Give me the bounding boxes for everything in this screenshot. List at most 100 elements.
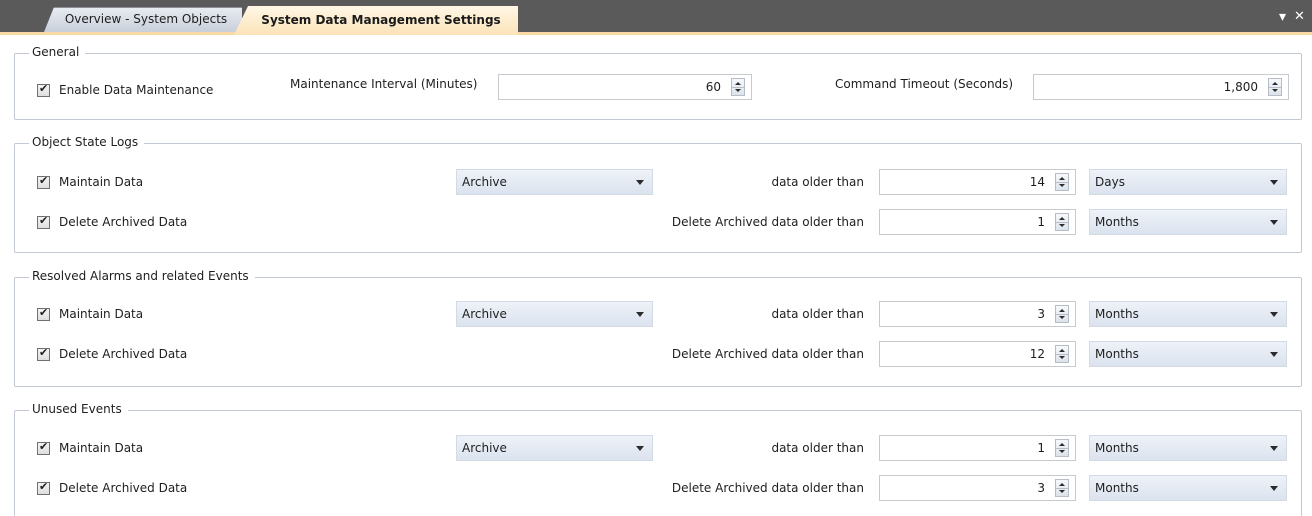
spin-down-icon[interactable]: [1059, 224, 1065, 227]
delete-older-than-input[interactable]: 1: [879, 209, 1076, 235]
checkbox-checked[interactable]: [37, 82, 50, 97]
data-older-than-input[interactable]: 1: [879, 435, 1076, 461]
delete-archived-older-than-label: Delete Archived data older than: [671, 215, 864, 229]
maintain-data-checkbox[interactable]: Maintain Data: [37, 173, 143, 191]
chevron-down-icon: [1270, 352, 1278, 357]
tab-list-dropdown-icon[interactable]: ▾: [1279, 10, 1286, 24]
spin-divider: [1056, 354, 1068, 355]
chevron-down-icon: [1270, 312, 1278, 317]
spin-down-icon[interactable]: [1059, 316, 1065, 319]
select-value: Months: [1095, 347, 1139, 361]
spin-buttons[interactable]: [1055, 479, 1069, 497]
spin-down-icon[interactable]: [1059, 450, 1065, 453]
spin-down-icon[interactable]: [1059, 356, 1065, 359]
spin-buttons[interactable]: [1055, 173, 1069, 191]
spin-divider: [1056, 314, 1068, 315]
delete-unit-select[interactable]: Months: [1089, 209, 1287, 235]
spin-up-icon[interactable]: [1059, 217, 1065, 220]
delete-older-than-input[interactable]: 12: [879, 341, 1076, 367]
spin-buttons[interactable]: [1055, 305, 1069, 323]
spin-down-icon[interactable]: [1059, 184, 1065, 187]
select-value: Archive: [462, 441, 507, 455]
select-value: Months: [1095, 307, 1139, 321]
spin-down-icon[interactable]: [1272, 89, 1278, 92]
spin-divider: [1056, 448, 1068, 449]
spin-divider: [1056, 488, 1068, 489]
spin-buttons[interactable]: [1055, 439, 1069, 457]
close-icon[interactable]: ✕: [1294, 10, 1305, 24]
input-value: 60: [705, 80, 721, 94]
spin-divider: [1056, 222, 1068, 223]
command-timeout-input[interactable]: 1,800: [1033, 74, 1289, 100]
tab-system-data-management-settings[interactable]: System Data Management Settings: [234, 6, 518, 35]
enable-data-maintenance-checkbox[interactable]: Enable Data Maintenance: [37, 81, 213, 99]
delete-unit-select[interactable]: Months: [1089, 341, 1287, 367]
spin-up-icon[interactable]: [735, 82, 741, 85]
unit-select[interactable]: Days: [1089, 169, 1287, 195]
tab-overview-system-objects[interactable]: Overview - System Objects: [44, 7, 242, 32]
delete-older-than-input[interactable]: 3: [879, 475, 1076, 501]
input-value: 14: [1029, 175, 1045, 189]
spin-buttons[interactable]: [1268, 78, 1282, 96]
unit-select[interactable]: Months: [1089, 435, 1287, 461]
delete-unit-select[interactable]: Months: [1089, 475, 1287, 501]
spin-buttons[interactable]: [1055, 213, 1069, 231]
maintenance-interval-label: Maintenance Interval (Minutes): [290, 77, 478, 91]
checkbox-checked[interactable]: [37, 174, 50, 189]
spin-buttons[interactable]: [731, 78, 745, 96]
spin-down-icon[interactable]: [735, 89, 741, 92]
spin-down-icon[interactable]: [1059, 490, 1065, 493]
delete-archived-older-than-label: Delete Archived data older than: [671, 481, 864, 495]
unused-events-group: Unused Events Maintain Data Archive data…: [14, 401, 1302, 516]
delete-archived-data-checkbox[interactable]: Delete Archived Data: [37, 345, 187, 363]
group-title: Resolved Alarms and related Events: [29, 268, 255, 284]
checkbox-checked[interactable]: [37, 214, 50, 229]
resolved-alarms-group: Resolved Alarms and related Events Maint…: [14, 268, 1302, 387]
input-value: 1: [1037, 441, 1045, 455]
object-state-logs-group: Object State Logs Maintain Data Archive …: [14, 134, 1302, 253]
spin-up-icon[interactable]: [1272, 82, 1278, 85]
maintenance-interval-input[interactable]: 60: [498, 74, 752, 100]
checkbox-label: Enable Data Maintenance: [59, 83, 214, 97]
input-value: 1,800: [1223, 80, 1258, 94]
delete-archived-older-than-label: Delete Archived data older than: [671, 347, 864, 361]
data-older-than-input[interactable]: 14: [879, 169, 1076, 195]
select-value: Archive: [462, 307, 507, 321]
spin-up-icon[interactable]: [1059, 309, 1065, 312]
checkbox-checked[interactable]: [37, 306, 50, 321]
select-value: Months: [1095, 441, 1139, 455]
select-value: Archive: [462, 175, 507, 189]
chevron-down-icon: [1270, 446, 1278, 451]
chevron-down-icon: [1270, 220, 1278, 225]
group-title: Object State Logs: [29, 134, 145, 150]
data-older-than-input[interactable]: 3: [879, 301, 1076, 327]
action-select[interactable]: Archive: [456, 301, 653, 327]
unit-select[interactable]: Months: [1089, 301, 1287, 327]
delete-archived-data-checkbox[interactable]: Delete Archived Data: [37, 479, 187, 497]
spin-up-icon[interactable]: [1059, 443, 1065, 446]
action-select[interactable]: Archive: [456, 435, 653, 461]
maintain-data-checkbox[interactable]: Maintain Data: [37, 439, 143, 457]
select-value: Months: [1095, 215, 1139, 229]
checkbox-checked[interactable]: [37, 480, 50, 495]
tab-label: Overview - System Objects: [64, 12, 228, 26]
data-older-than-label: data older than: [771, 175, 864, 189]
checkbox-checked[interactable]: [37, 346, 50, 361]
group-title: General: [29, 44, 86, 60]
action-select[interactable]: Archive: [456, 169, 653, 195]
spin-up-icon[interactable]: [1059, 349, 1065, 352]
spin-divider: [1056, 182, 1068, 183]
maintain-data-checkbox[interactable]: Maintain Data: [37, 305, 143, 323]
spin-up-icon[interactable]: [1059, 483, 1065, 486]
spin-buttons[interactable]: [1055, 345, 1069, 363]
data-older-than-label: data older than: [771, 307, 864, 321]
spin-up-icon[interactable]: [1059, 177, 1065, 180]
checkbox-label: Maintain Data: [59, 175, 144, 189]
input-value: 3: [1037, 481, 1045, 495]
data-older-than-label: data older than: [771, 441, 864, 455]
input-value: 3: [1037, 307, 1045, 321]
general-group: General Enable Data Maintenance Maintena…: [14, 44, 1302, 120]
checkbox-checked[interactable]: [37, 440, 50, 455]
group-title: Unused Events: [29, 401, 128, 417]
delete-archived-data-checkbox[interactable]: Delete Archived Data: [37, 213, 187, 231]
